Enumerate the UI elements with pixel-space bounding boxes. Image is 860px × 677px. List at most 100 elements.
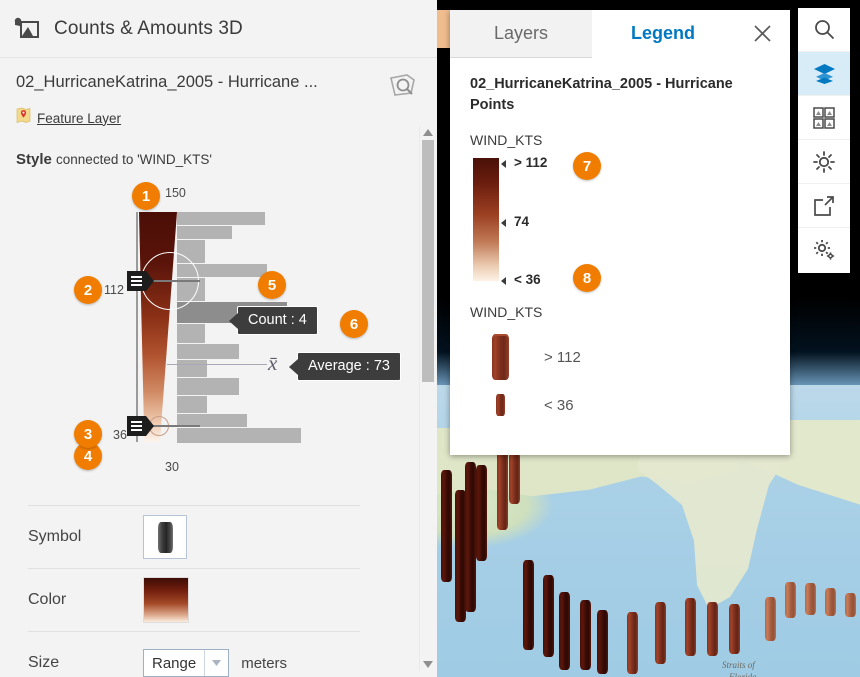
count-tooltip-label: Count : 4	[248, 312, 307, 328]
map-tools-toolbar	[798, 8, 850, 273]
feature-layer-pin-icon	[16, 107, 31, 129]
scroll-down-icon[interactable]	[423, 661, 433, 669]
hurricane-point-cylinder[interactable]	[805, 583, 816, 615]
hurricane-point-cylinder[interactable]	[580, 600, 591, 670]
lower-handle-value: 36	[113, 428, 127, 442]
callout-badge-6: 6	[340, 310, 368, 338]
cylinder-symbol-icon	[157, 521, 173, 553]
legend-color-ramp-group: > 112 74 < 36 7 8	[470, 152, 770, 293]
legend-color-ramp	[473, 158, 499, 282]
histogram-bar[interactable]	[177, 324, 205, 343]
lower-size-handle[interactable]	[127, 416, 154, 436]
tool-basemap-gallery[interactable]	[798, 96, 850, 140]
histogram-min-label: 30	[165, 460, 179, 474]
symbol-swatch-button[interactable]	[143, 515, 187, 559]
size-label: Size	[28, 654, 60, 671]
upper-size-handle[interactable]	[127, 271, 154, 291]
count-tooltip: Count : 4	[229, 306, 318, 335]
hurricane-point-cylinder[interactable]	[509, 452, 520, 504]
hurricane-point-cylinder[interactable]	[785, 582, 796, 618]
legend-ramp-tick	[501, 277, 506, 286]
chevron-down-icon[interactable]	[204, 650, 228, 676]
share-export-icon	[814, 195, 834, 216]
hurricane-point-cylinder[interactable]	[441, 470, 452, 582]
tool-daylight[interactable]	[798, 140, 850, 184]
average-tooltip-label: Average : 73	[308, 358, 390, 374]
histogram-bar[interactable]	[177, 396, 207, 413]
hurricane-point-cylinder[interactable]	[765, 597, 776, 641]
zoom-to-layer-icon[interactable]	[387, 72, 421, 102]
legend-ramp-tick-label: > 112	[514, 155, 548, 171]
page-title: Counts & Amounts 3D	[54, 17, 243, 39]
property-row-symbol: Symbol	[28, 505, 360, 568]
image-layer-icon	[14, 17, 40, 41]
style-properties: Symbol Color Size Range meters	[0, 505, 410, 677]
tool-layers[interactable]	[798, 52, 850, 96]
histogram-max-label: 150	[165, 186, 186, 200]
color-label: Color	[28, 591, 67, 608]
feature-layer-link[interactable]: Feature Layer	[37, 111, 121, 126]
tool-settings[interactable]	[798, 228, 850, 272]
hurricane-point-cylinder[interactable]	[707, 602, 718, 656]
layer-title: 02_HurricaneKatrina_2005 - Hurricane ...	[16, 73, 318, 91]
hurricane-point-cylinder[interactable]	[845, 593, 856, 617]
hurricane-point-cylinder[interactable]	[655, 602, 666, 664]
hurricane-point-cylinder[interactable]	[476, 465, 487, 561]
average-symbol: x̄	[268, 351, 278, 375]
legend-body: 02_HurricaneKatrina_2005 - Hurricane Poi…	[450, 58, 790, 417]
search-icon	[814, 20, 834, 40]
hurricane-point-cylinder[interactable]	[465, 462, 476, 612]
tab-legend[interactable]: Legend	[592, 10, 734, 58]
legend-ramp-tick	[501, 218, 506, 227]
hurricane-point-cylinder[interactable]	[523, 560, 534, 650]
hurricane-point-cylinder[interactable]	[685, 598, 696, 656]
panel-header: Counts & Amounts 3D	[0, 0, 437, 58]
histogram-bar[interactable]	[177, 226, 232, 239]
histogram-bar[interactable]	[177, 212, 265, 225]
legend-layer-title: 02_HurricaneKatrina_2005 - Hurricane Poi…	[470, 76, 733, 114]
upper-handle-value: 112	[104, 283, 124, 297]
callout-badge-1: 1	[132, 182, 160, 210]
callout-badge-8: 8	[573, 264, 601, 293]
style-heading-row: Style connected to 'WIND_KTS'	[16, 151, 437, 168]
symbol-label: Symbol	[28, 528, 82, 545]
style-connected-field: connected to 'WIND_KTS'	[56, 152, 212, 167]
layers-icon	[813, 64, 835, 84]
style-panel: Counts & Amounts 3D 02_HurricaneKatrina_…	[0, 0, 437, 677]
property-row-color: Color	[28, 568, 360, 631]
hurricane-point-cylinder[interactable]	[825, 588, 836, 616]
hurricane-point-cylinder[interactable]	[543, 575, 554, 657]
legend-size-field: WIND_KTS	[470, 304, 543, 321]
tab-layers[interactable]: Layers	[450, 10, 592, 58]
legend-ramp-tick	[501, 160, 506, 169]
legend-size-label-small: < 36	[544, 396, 574, 414]
hurricane-point-cylinder[interactable]	[559, 592, 570, 670]
tool-share[interactable]	[798, 184, 850, 228]
hurricane-point-cylinder[interactable]	[597, 610, 608, 674]
legend-size-label-large: > 112	[544, 348, 581, 366]
hurricane-point-cylinder[interactable]	[627, 612, 638, 674]
histogram-bar[interactable]	[177, 344, 239, 359]
close-button[interactable]	[734, 10, 790, 58]
scroll-up-icon[interactable]	[423, 128, 433, 136]
histogram-bar[interactable]	[177, 428, 301, 443]
size-mode-select[interactable]: Range	[143, 649, 230, 677]
callout-badge-2: 2	[74, 276, 102, 304]
layer-info-block: 02_HurricaneKatrina_2005 - Hurricane ...…	[0, 58, 437, 129]
color-ramp-button[interactable]	[143, 577, 189, 623]
size-mode-value: Range	[152, 654, 197, 672]
hurricane-point-cylinder[interactable]	[497, 450, 508, 530]
cylinder-large-icon	[491, 334, 509, 381]
legend-ramp-tick-label: 74	[514, 213, 530, 229]
callout-badge-3: 3	[74, 420, 102, 448]
histogram-bar[interactable]	[177, 378, 239, 395]
settings-gear-icon	[813, 240, 834, 260]
hurricane-point-cylinder[interactable]	[729, 604, 740, 654]
slider-track[interactable]	[136, 212, 138, 442]
tool-search[interactable]	[798, 8, 850, 52]
scrollbar-thumb[interactable]	[422, 140, 434, 382]
size-slider-histogram[interactable]: 1 150 4 30 2 112 3 36 5 Count : 4 6 x̄ A…	[0, 170, 410, 490]
histogram-bar[interactable]	[177, 360, 207, 377]
panel-scrollbar[interactable]	[419, 126, 435, 671]
upper-handle-leader	[152, 280, 200, 282]
